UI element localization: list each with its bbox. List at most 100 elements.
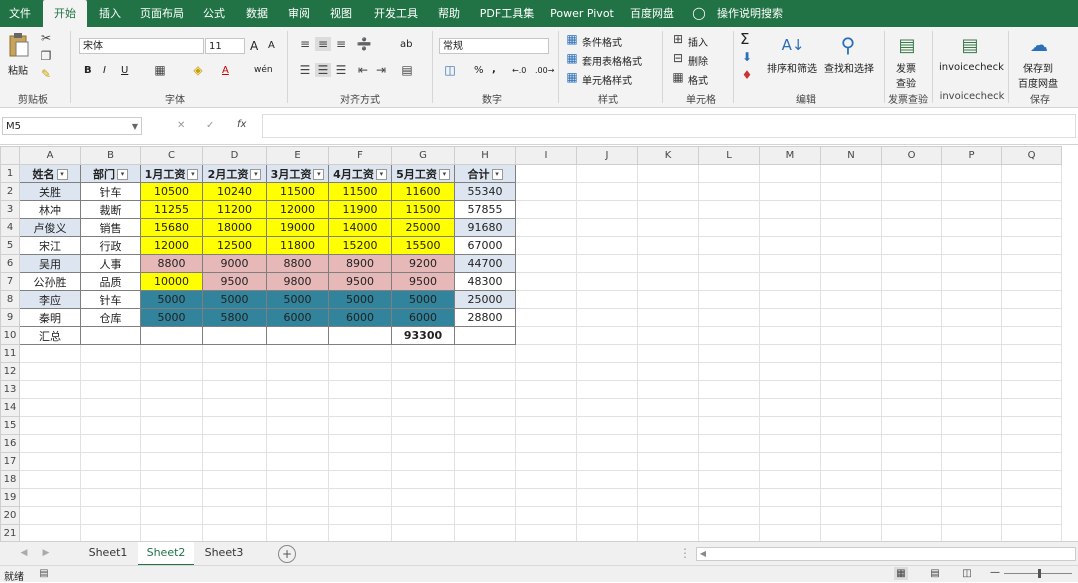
scroll-left-arrow-icon[interactable]: ◀ — [698, 547, 708, 559]
grid-cell[interactable] — [140, 452, 203, 471]
grid-cell[interactable] — [637, 344, 699, 363]
column-header[interactable]: C — [140, 146, 203, 165]
grid-cell[interactable] — [820, 254, 882, 273]
grid-cell[interactable] — [576, 326, 638, 345]
grid-cell[interactable] — [1001, 164, 1062, 183]
grid-cell[interactable] — [637, 416, 699, 435]
grid-cell[interactable] — [941, 272, 1002, 291]
data-cell[interactable]: 15500 — [391, 236, 455, 255]
tab-insert[interactable]: 插入 — [90, 0, 130, 27]
grid-cell[interactable] — [759, 218, 821, 237]
grid-cell[interactable] — [576, 254, 638, 273]
grid-cell[interactable] — [266, 434, 329, 453]
grid-cell[interactable] — [328, 524, 392, 541]
grid-cell[interactable] — [698, 416, 760, 435]
grid-cell[interactable] — [941, 290, 1002, 309]
data-cell[interactable]: 9500 — [328, 272, 392, 291]
tab-view[interactable]: 视图 — [322, 0, 360, 27]
grid-cell[interactable] — [820, 272, 882, 291]
enter-formula-button[interactable]: ✓ — [206, 120, 214, 131]
data-cell[interactable]: 品质 — [80, 272, 141, 291]
grid-cell[interactable] — [698, 290, 760, 309]
border-icon[interactable]: ▦ — [152, 63, 168, 77]
grid-cell[interactable] — [759, 290, 821, 309]
grid-cell[interactable] — [576, 236, 638, 255]
column-header[interactable]: L — [698, 146, 760, 165]
grid-cell[interactable] — [637, 470, 699, 489]
grid-cell[interactable] — [637, 290, 699, 309]
grid-cell[interactable] — [698, 398, 760, 417]
conditional-format-button[interactable]: 条件格式 — [582, 34, 622, 49]
grid-cell[interactable] — [266, 488, 329, 507]
grid-cell[interactable] — [698, 272, 760, 291]
grid-cell[interactable] — [19, 506, 81, 525]
page-layout-view-icon[interactable]: ▤ — [928, 567, 942, 580]
scroll-left-icon[interactable]: ◀ — [18, 546, 30, 560]
grid-cell[interactable] — [454, 344, 516, 363]
tab-file[interactable]: 文件 — [0, 0, 40, 27]
grid-cell[interactable] — [941, 506, 1002, 525]
scroll-right-icon[interactable]: ▶ — [40, 546, 52, 560]
macro-record-icon[interactable]: ▤ — [38, 567, 50, 579]
data-cell[interactable]: 8900 — [328, 254, 392, 273]
grid-cell[interactable] — [328, 362, 392, 381]
grid-cell[interactable] — [759, 344, 821, 363]
filter-dropdown-icon[interactable]: ▾ — [375, 169, 387, 180]
grid-cell[interactable] — [576, 398, 638, 417]
grid-cell[interactable] — [19, 362, 81, 381]
grid-cell[interactable] — [759, 434, 821, 453]
grid-cell[interactable] — [820, 398, 882, 417]
align-right-icon[interactable]: ☰ — [333, 63, 349, 77]
grid-cell[interactable] — [637, 254, 699, 273]
grid-cell[interactable] — [576, 308, 638, 327]
format-painter-icon[interactable]: ✎ — [38, 67, 54, 81]
grid-cell[interactable] — [1001, 506, 1062, 525]
grid-cell[interactable] — [637, 506, 699, 525]
grid-cell[interactable] — [820, 470, 882, 489]
grid-cell[interactable] — [637, 200, 699, 219]
data-cell[interactable]: 5800 — [202, 308, 267, 327]
tab-pdf-tools[interactable]: PDF工具集 — [474, 0, 540, 27]
column-header[interactable]: H — [454, 146, 516, 165]
align-left-icon[interactable]: ☰ — [297, 63, 313, 77]
row-header[interactable]: 18 — [0, 470, 20, 489]
grid-cell[interactable] — [515, 290, 577, 309]
grid-cell[interactable] — [202, 416, 267, 435]
row-header[interactable]: 21 — [0, 524, 20, 541]
grid-cell[interactable] — [19, 344, 81, 363]
grid-cell[interactable] — [698, 254, 760, 273]
grid-cell[interactable] — [202, 524, 267, 541]
format-as-table-button[interactable]: 套用表格格式 — [582, 53, 642, 68]
grid-cell[interactable] — [820, 488, 882, 507]
grid-cell[interactable] — [941, 236, 1002, 255]
grid-cell[interactable] — [515, 488, 577, 507]
grid-cell[interactable] — [266, 380, 329, 399]
grid-cell[interactable] — [1001, 236, 1062, 255]
data-cell[interactable]: 9500 — [202, 272, 267, 291]
grid-cell[interactable] — [576, 488, 638, 507]
grid-cell[interactable] — [515, 200, 577, 219]
grid-cell[interactable] — [881, 362, 942, 381]
grid-cell[interactable] — [941, 452, 1002, 471]
grid-cell[interactable] — [80, 452, 141, 471]
data-cell[interactable]: 9800 — [266, 272, 329, 291]
data-cell[interactable]: 秦明 — [19, 308, 81, 327]
row-header[interactable]: 10 — [0, 326, 20, 345]
data-cell[interactable]: 6000 — [266, 308, 329, 327]
grid-cell[interactable] — [820, 308, 882, 327]
grid-cell[interactable] — [881, 452, 942, 471]
autosum-button[interactable]: Σ — [740, 30, 749, 48]
data-cell[interactable]: 28800 — [454, 308, 516, 327]
insert-cells-button[interactable]: 插入 — [688, 34, 708, 49]
row-header[interactable]: 11 — [0, 344, 20, 363]
number-format-select[interactable]: 常规 — [439, 38, 549, 54]
column-header[interactable]: B — [80, 146, 141, 165]
grid-cell[interactable] — [391, 398, 455, 417]
grid-cell[interactable] — [820, 452, 882, 471]
grid-cell[interactable] — [881, 326, 942, 345]
grid-cell[interactable] — [759, 272, 821, 291]
grid-cell[interactable] — [1001, 200, 1062, 219]
grid-cell[interactable] — [1001, 344, 1062, 363]
phonetic-button[interactable]: wén — [254, 65, 273, 75]
grid-cell[interactable] — [637, 236, 699, 255]
